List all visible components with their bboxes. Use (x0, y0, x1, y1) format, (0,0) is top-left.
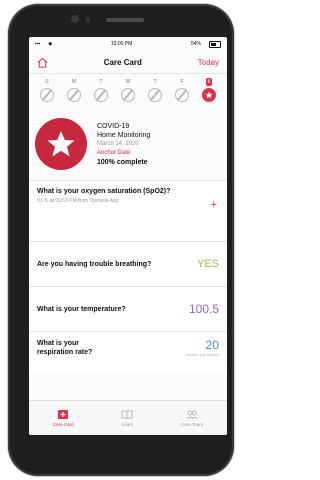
anchor-date-label: Anchor Date (97, 149, 131, 156)
care-card-icon (58, 410, 69, 419)
home-icon[interactable] (37, 57, 48, 68)
respiration-value: 20 (205, 338, 219, 352)
respiration-unit: breaths per minute (185, 352, 219, 357)
plan-date: March 14, 2020 (97, 140, 139, 147)
respiration-card[interactable]: What is your respiration rate? 20 breath… (29, 331, 227, 374)
tab-care-card[interactable]: Care Card (53, 409, 74, 427)
plan-title: COVID-19 (97, 122, 130, 130)
tab-learn[interactable]: Learn (121, 409, 133, 427)
breathing-card[interactable]: Are you having trouble breathing? YES (29, 241, 227, 286)
signal-icon: ▪▪▪ (35, 41, 41, 47)
plan-subtitle: Home Monitoring (97, 131, 151, 139)
day-tue[interactable]: T (91, 78, 111, 102)
day-fri[interactable]: F (172, 78, 192, 102)
day-thu[interactable]: T (145, 78, 165, 102)
temperature-card[interactable]: What is your temperature? 100.5 (29, 286, 227, 331)
progress-ring-icon (148, 88, 162, 102)
completed-star-icon (202, 88, 216, 102)
battery-percent: 54% (190, 41, 201, 47)
sensor (85, 17, 90, 22)
team-icon (186, 410, 198, 420)
oxygen-card[interactable]: What is your oxygen saturation (SpO2)? 9… (29, 180, 227, 241)
oxygen-question: What is your oxygen saturation (SpO2)? (37, 188, 171, 195)
week-strip: S M T W T F 6 (29, 74, 227, 102)
day-label: S (45, 79, 49, 85)
respiration-question: What is your respiration rate? (37, 339, 93, 356)
book-icon (122, 410, 133, 420)
today-button[interactable]: Today (198, 58, 219, 67)
day-label: M (71, 79, 77, 85)
day-label-today: 6 (205, 78, 213, 86)
oxygen-detail: 91 % at 09:59 PM from Docilella App (37, 198, 119, 204)
day-label: F (180, 79, 184, 85)
tab-label: Learn (121, 422, 134, 427)
day-sun[interactable]: S (37, 78, 57, 102)
tab-care-team[interactable]: Care Team (181, 409, 203, 427)
battery-icon (208, 40, 221, 48)
tab-label: Care Team (181, 422, 204, 427)
status-bar: ▪▪▪ ◆ 10:00 PM 54% (29, 37, 227, 51)
day-wed[interactable]: W (118, 78, 138, 102)
progress-ring-icon (121, 88, 135, 102)
breathing-question: Are you having trouble breathing? (37, 260, 152, 268)
app-screen: ▪▪▪ ◆ 10:00 PM 54% Care Card Today S M T… (29, 37, 227, 435)
page-title: Care Card (103, 57, 142, 67)
nav-bar: Care Card Today (29, 51, 227, 74)
tab-bar: Care Card Learn Care Team (29, 400, 227, 435)
day-label: W (125, 79, 131, 85)
front-camera (71, 15, 79, 23)
progress-ring-icon (40, 88, 54, 102)
progress-ring-icon (67, 88, 81, 102)
progress-ring-icon (94, 88, 108, 102)
completion-status: 100% complete (97, 158, 148, 166)
care-plan-header: COVID-19 Home Monitoring March 14, 2020 … (29, 102, 227, 180)
tab-label: Care Card (52, 422, 74, 427)
wifi-icon: ◆ (48, 41, 53, 47)
day-label: T (99, 79, 103, 85)
progress-ring-icon (175, 88, 189, 102)
status-time: 10:00 PM (110, 41, 133, 47)
star-icon (35, 118, 87, 170)
earpiece-speaker (106, 18, 144, 22)
temperature-question: What is your temperature? (37, 305, 126, 313)
breathing-answer: YES (196, 258, 219, 270)
temperature-value: 100.5 (188, 302, 219, 316)
day-sat-today[interactable]: 6 (199, 78, 219, 102)
day-mon[interactable]: M (64, 78, 84, 102)
add-reading-button[interactable]: + (211, 199, 217, 211)
day-label: T (153, 79, 157, 85)
phone-frame: ▪▪▪ ◆ 10:00 PM 54% Care Card Today S M T… (8, 4, 234, 476)
